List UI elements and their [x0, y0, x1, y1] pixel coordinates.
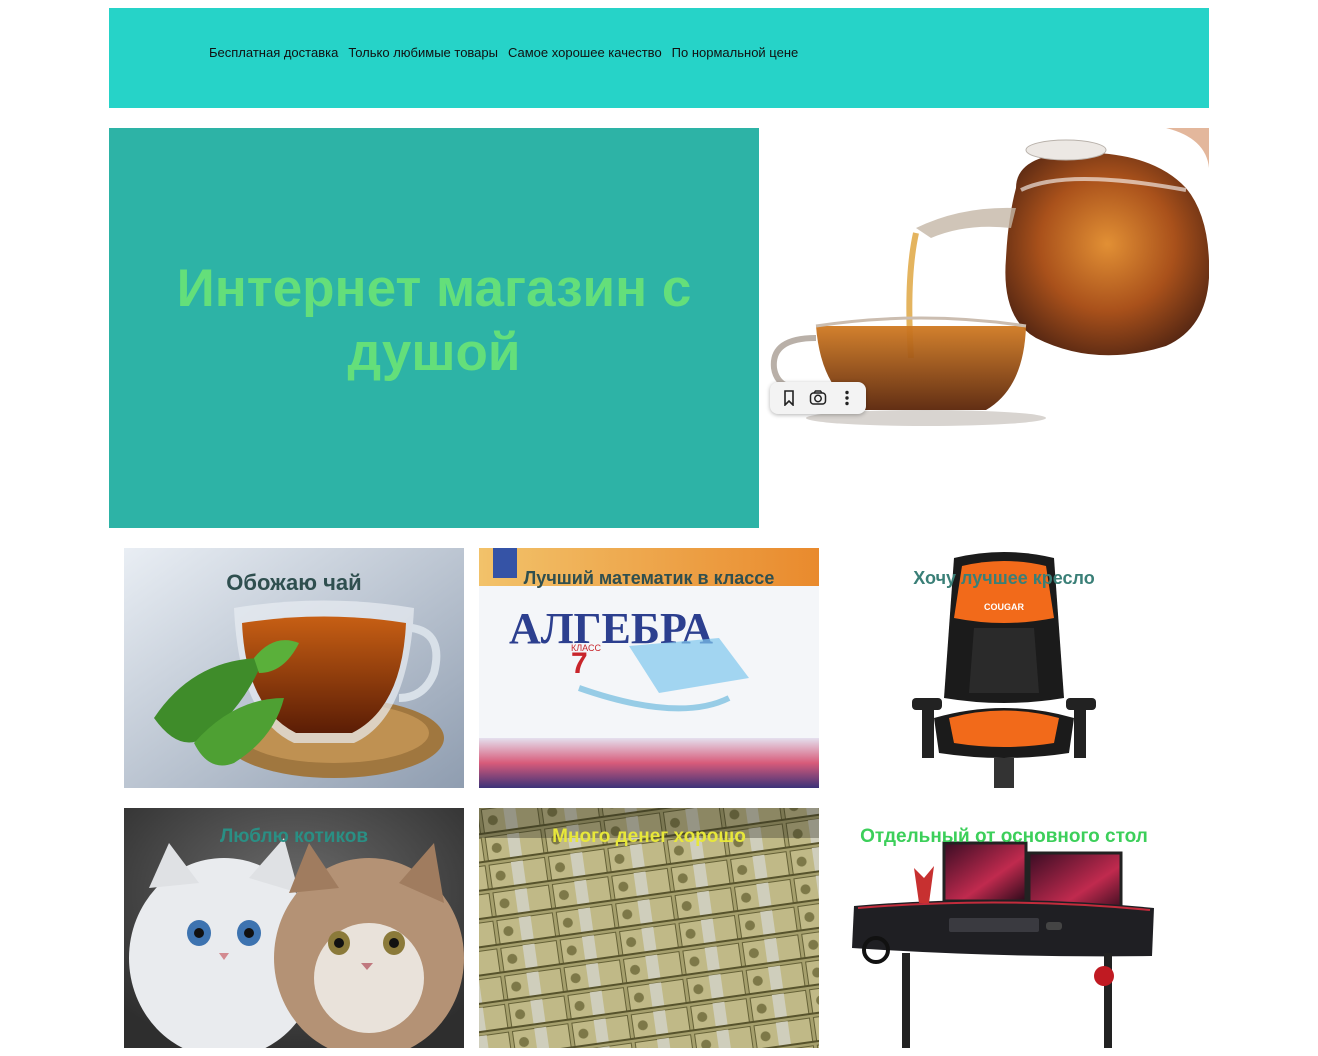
hero-banner: Интернет магазин с душой	[109, 128, 759, 528]
image-toolbar	[770, 382, 866, 414]
algebra-grade-word: КЛАСС	[571, 643, 601, 653]
product-card-algebra[interactable]: АЛГЕБРА 7 КЛАСС Лучший математик в класс…	[479, 548, 819, 788]
bookmark-icon[interactable]	[776, 385, 802, 411]
hero-title: Интернет магазин с душой	[176, 259, 692, 382]
nav-link-favorite-goods[interactable]: Только любимые товары	[348, 45, 498, 60]
top-banner: Бесплатная доставка Только любимые товар…	[109, 8, 1209, 108]
product-card-desk[interactable]: Отдельный от основного стол	[834, 808, 1174, 1048]
more-vertical-icon[interactable]	[834, 385, 860, 411]
card-title-algebra: Лучший математик в классе	[523, 568, 775, 588]
card-title-tea: Обожаю чай	[226, 570, 362, 595]
top-nav: Бесплатная доставка Только любимые товар…	[209, 45, 798, 60]
card-title-chair: Хочу лучшее кресло	[913, 568, 1095, 588]
nav-link-normal-price[interactable]: По нормальной цене	[672, 45, 799, 60]
card-title-desk: Отдельный от основного стол	[860, 826, 1148, 847]
nav-link-best-quality[interactable]: Самое хорошее качество	[508, 45, 662, 60]
product-card-tea[interactable]: Обожаю чай	[124, 548, 464, 788]
product-card-cats[interactable]: Люблю котиков	[124, 808, 464, 1048]
product-card-chair[interactable]: COUGAR Хочу лучшее кресло	[834, 548, 1174, 788]
nav-link-free-delivery[interactable]: Бесплатная доставка	[209, 45, 338, 60]
chair-brand-label: COUGAR	[984, 602, 1024, 612]
card-title-money: Много денег хорошо	[552, 826, 746, 847]
card-title-cats: Люблю котиков	[219, 826, 369, 847]
product-card-money[interactable]: Много денег хорошо	[479, 808, 819, 1048]
lens-search-icon[interactable]	[805, 385, 831, 411]
